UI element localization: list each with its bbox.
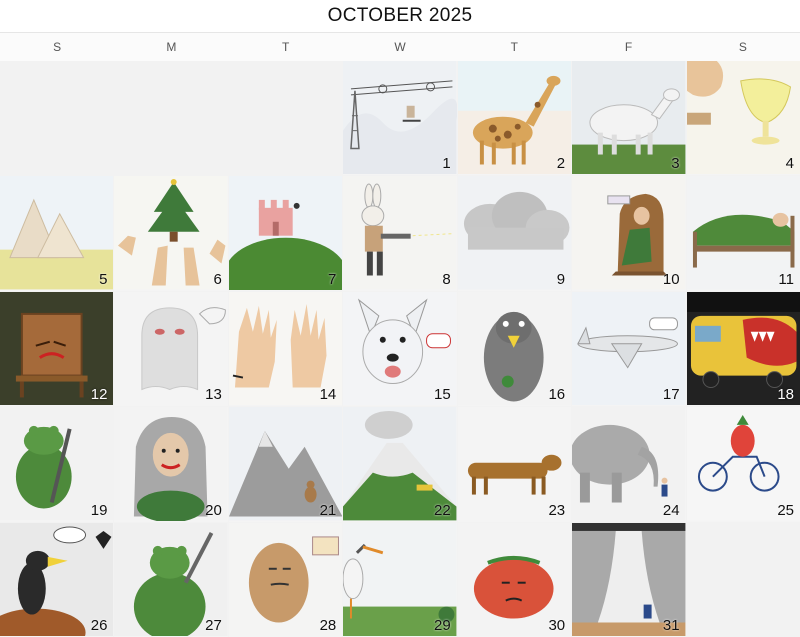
day-cell-13[interactable]: 13	[114, 291, 228, 407]
empty-day-cell	[228, 61, 343, 176]
day-number: 9	[556, 270, 566, 288]
day-cell-30[interactable]: 30	[457, 522, 572, 637]
day-cell-16[interactable]: 16	[457, 291, 572, 407]
white-goat-icon	[572, 61, 686, 175]
day-cell-2[interactable]: 2	[457, 61, 572, 176]
day-number: 22	[434, 501, 451, 519]
day-cell-3[interactable]: 3	[572, 61, 686, 176]
day-number: 6	[213, 270, 222, 288]
day-cell-19[interactable]: 19	[0, 407, 114, 522]
day-number: 16	[548, 386, 566, 404]
day-number: 12	[90, 386, 108, 404]
day-number: 4	[785, 155, 794, 173]
day-number: 2	[556, 155, 566, 173]
weekday-thu: T	[510, 40, 518, 54]
day-cell-20[interactable]: 20	[114, 407, 228, 522]
day-cell-10[interactable]: 10	[572, 176, 686, 291]
day-number: 3	[671, 155, 680, 173]
day-number: 28	[319, 617, 337, 634]
christmas-tree-hands-icon	[114, 176, 228, 290]
day-cell-5[interactable]: 5	[0, 176, 114, 291]
day-number: 8	[442, 270, 451, 288]
day-cell-22[interactable]: 22	[343, 407, 457, 522]
weekday-mon: M	[166, 40, 177, 54]
day-number: 31	[662, 617, 680, 634]
day-cell-24[interactable]: 24	[572, 407, 686, 522]
calendar-grid: 1 2 3 4 5 6 7 8 9 10 11 12 13 14 15 16 1…	[0, 61, 800, 637]
day-number: 23	[548, 501, 566, 519]
weekday-header: S M T W T F S	[0, 32, 800, 62]
day-cell-21[interactable]: 21	[228, 407, 343, 522]
day-cell-29[interactable]: 29	[343, 522, 457, 637]
day-cell-11[interactable]: 11	[686, 176, 800, 291]
pyramid-icon	[0, 176, 114, 290]
rabbit-with-gun-icon	[343, 176, 457, 290]
day-number: 25	[777, 501, 794, 519]
day-cell-14[interactable]: 14	[228, 291, 343, 407]
weekday-sun: S	[53, 40, 62, 54]
hand-and-goblet-icon	[686, 61, 800, 175]
day-number: 19	[90, 501, 108, 519]
empty-day-cell	[686, 522, 800, 637]
day-number: 1	[442, 155, 451, 173]
day-cell-26[interactable]: 26	[0, 522, 114, 637]
day-number: 27	[205, 617, 222, 634]
cloud-icon	[457, 176, 572, 290]
castle-hill-icon	[228, 176, 343, 290]
weekday-tue: T	[282, 40, 290, 54]
day-number: 7	[327, 270, 337, 288]
day-cell-12[interactable]: 12	[0, 291, 114, 407]
day-number: 29	[434, 617, 451, 634]
day-number: 20	[205, 501, 222, 519]
day-number: 15	[434, 386, 451, 404]
weekday-wed: W	[394, 40, 406, 54]
day-cell-18[interactable]: 18	[686, 291, 800, 407]
giraffe-icon	[457, 61, 572, 175]
calendar-app: OCTOBER 2025 S M T W T F S 1 2 3 4 5 6 7…	[0, 0, 800, 637]
day-number: 26	[90, 617, 108, 634]
day-cell-8[interactable]: 8	[343, 176, 457, 291]
day-cell-9[interactable]: 9	[457, 176, 572, 291]
day-cell-7[interactable]: 7	[228, 176, 343, 291]
day-number: 30	[548, 617, 566, 634]
day-number: 21	[319, 501, 337, 519]
day-cell-17[interactable]: 17	[572, 291, 686, 407]
day-number: 17	[662, 386, 680, 404]
day-cell-4[interactable]: 4	[686, 61, 800, 176]
power-line-icon	[343, 61, 457, 175]
day-cell-27[interactable]: 27	[114, 522, 228, 637]
day-number: 10	[662, 270, 680, 288]
day-number: 11	[778, 270, 794, 288]
day-cell-23[interactable]: 23	[457, 407, 572, 522]
day-number: 18	[777, 386, 794, 404]
empty-day-cell	[0, 61, 114, 176]
weekday-fri: F	[624, 40, 633, 54]
day-cell-1[interactable]: 1	[343, 61, 457, 176]
day-cell-25[interactable]: 25	[686, 407, 800, 522]
day-number: 24	[662, 501, 680, 519]
day-number: 5	[99, 270, 108, 288]
empty-day-cell	[114, 61, 228, 176]
day-cell-6[interactable]: 6	[114, 176, 228, 291]
day-number: 13	[205, 386, 222, 404]
day-cell-31[interactable]: 31	[572, 522, 686, 637]
day-cell-15[interactable]: 15	[343, 291, 457, 407]
month-title: OCTOBER 2025	[327, 5, 473, 26]
day-number: 14	[319, 386, 337, 404]
weekday-sat: S	[738, 40, 747, 54]
day-cell-28[interactable]: 28	[228, 522, 343, 637]
